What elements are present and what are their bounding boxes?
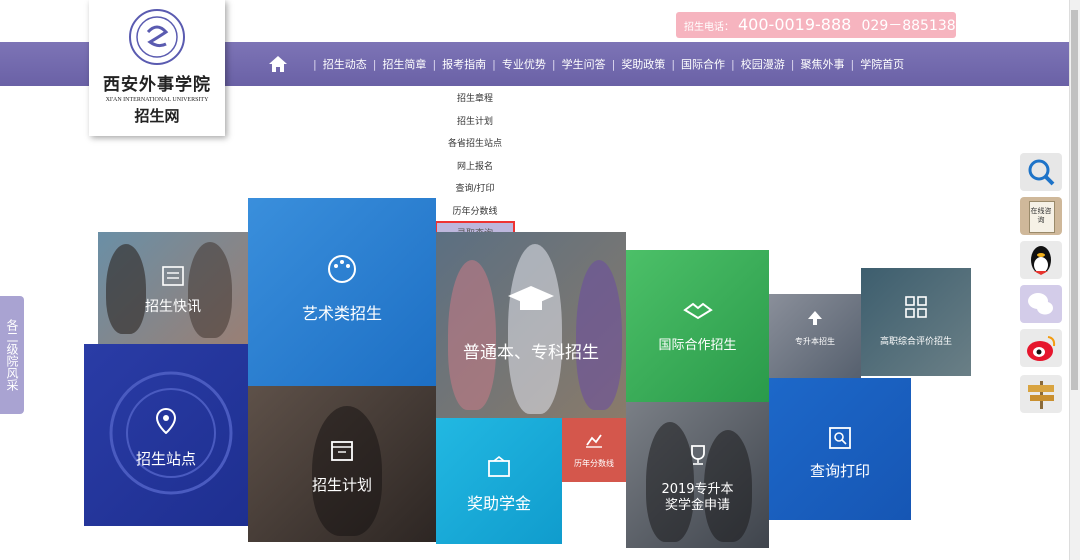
- side-consult-button[interactable]: 在线咨询: [1020, 197, 1062, 235]
- admission-phone: 招生电话： 400-0019-888 029－88513888: [676, 12, 956, 38]
- phone-main: 400-0019-888: [738, 15, 852, 34]
- left-college-tab[interactable]: 各二级院风采: [0, 296, 24, 414]
- logo-name-en: XI'AN INTERNATIONAL UNIVERSITY: [105, 97, 209, 103]
- handshake-icon: [682, 302, 713, 320]
- dropdown-item-charter[interactable]: 招生章程: [437, 88, 513, 111]
- calendar-icon: [331, 441, 353, 461]
- logo-subtitle: 招生网: [134, 107, 180, 125]
- school-emblem-icon: [129, 9, 185, 65]
- tile-news-label: 招生快讯: [145, 299, 201, 315]
- tile-stations-label: 招生站点: [135, 450, 196, 468]
- scrollbar-thumb[interactable]: [1071, 10, 1078, 390]
- tile-upgrade-label: 专升本招生: [795, 337, 835, 346]
- nav-item-news[interactable]: 招生动态: [323, 56, 367, 72]
- tile-plan[interactable]: 招生计划: [248, 386, 436, 542]
- consult-label: 在线咨询: [1030, 207, 1052, 224]
- location-pin-icon: [155, 408, 177, 434]
- nav-item-aid[interactable]: 奖助政策: [621, 56, 665, 72]
- signpost-icon: [1028, 381, 1054, 409]
- nav-item-majors[interactable]: 专业优势: [502, 56, 546, 72]
- phone-alt: 029－88513888: [861, 18, 956, 34]
- up-arrow-icon: [808, 311, 822, 325]
- nav-item-home[interactable]: 学院首页: [860, 56, 904, 72]
- tile-vocational-label: 高职综合评价招生: [879, 337, 952, 347]
- logo-name-cn: 西安外事学院: [103, 75, 211, 95]
- nav-item-campus[interactable]: 校园漫游: [741, 56, 785, 72]
- side-search-button[interactable]: [1020, 153, 1062, 191]
- tile-award[interactable]: 2019专升本 奖学金申请: [626, 402, 769, 548]
- nav-item-qa[interactable]: 学生问答: [562, 56, 606, 72]
- trophy-icon: [690, 445, 705, 465]
- tile-scholarship[interactable]: 奖助学金: [436, 418, 562, 544]
- nav-item-focus[interactable]: 聚焦外事: [800, 56, 844, 72]
- phone-label: 招生电话：: [684, 22, 734, 33]
- tile-scholarship-label: 奖助学金: [466, 494, 531, 513]
- nav-item-intl[interactable]: 国际合作: [681, 56, 725, 72]
- tile-regular-label: 普通本、专科招生: [463, 343, 599, 363]
- tile-art-label: 艺术类招生: [301, 304, 382, 323]
- line-chart-icon: [586, 434, 602, 448]
- tile-stations[interactable]: 招生站点: [84, 344, 248, 526]
- main-nav: | 招生动态 | 招生简章 | 报考指南 | 专业优势 | 学生问答 | 奖助政…: [313, 56, 905, 72]
- weibo-icon: [1027, 336, 1056, 361]
- tile-intl[interactable]: 国际合作招生: [626, 250, 769, 402]
- tile-regular[interactable]: 普通本、专科招生: [436, 232, 626, 418]
- tile-award-label: 2019专升本 奖学金申请: [661, 482, 734, 513]
- site-logo[interactable]: 西安外事学院 XI'AN INTERNATIONAL UNIVERSITY 招生…: [89, 0, 225, 136]
- dropdown-item-plan[interactable]: 招生计划: [437, 111, 513, 134]
- tile-vocational[interactable]: 高职综合评价招生: [861, 268, 971, 376]
- tile-plan-label: 招生计划: [311, 476, 372, 494]
- tile-art[interactable]: 艺术类招生: [248, 198, 436, 386]
- guide-dropdown: 招生章程 招生计划 各省招生站点 网上报名 查询/打印 历年分数线 录取查询: [435, 88, 515, 248]
- side-weibo-button[interactable]: [1020, 329, 1062, 367]
- search-icon: [1028, 159, 1055, 186]
- wallet-icon: [488, 456, 510, 477]
- page-scrollbar[interactable]: [1069, 0, 1080, 560]
- search-doc-icon: [829, 427, 851, 449]
- tile-query-label: 查询打印: [809, 462, 870, 480]
- tile-query[interactable]: 查询打印: [769, 378, 911, 520]
- side-wechat-button[interactable]: [1020, 285, 1062, 323]
- side-signpost-button[interactable]: [1020, 375, 1062, 413]
- left-college-tab-label: 各二级院风采: [5, 319, 19, 391]
- wechat-icon: [1028, 293, 1053, 315]
- tile-intl-label: 国际合作招生: [658, 338, 737, 353]
- newspaper-icon: [162, 266, 184, 286]
- side-qq-button[interactable]: [1020, 241, 1062, 279]
- tile-scores-label: 历年分数线: [574, 459, 614, 468]
- grid-icon: [905, 296, 927, 318]
- dropdown-item-register[interactable]: 网上报名: [437, 156, 513, 179]
- dropdown-item-print[interactable]: 查询/打印: [437, 178, 513, 201]
- dropdown-item-stations[interactable]: 各省招生站点: [437, 133, 513, 156]
- tile-upgrade[interactable]: 专升本招生: [769, 294, 861, 378]
- qq-penguin-icon: [1031, 246, 1051, 275]
- graduation-cap-icon: [508, 286, 554, 310]
- tile-news[interactable]: 招生快讯: [98, 232, 248, 344]
- tile-scores[interactable]: 历年分数线: [562, 418, 626, 482]
- home-icon[interactable]: [268, 54, 288, 74]
- dropdown-item-scores[interactable]: 历年分数线: [437, 201, 513, 224]
- nav-item-guide[interactable]: 报考指南: [442, 56, 486, 72]
- palette-icon: [328, 255, 356, 283]
- nav-item-brochure[interactable]: 招生简章: [382, 56, 426, 72]
